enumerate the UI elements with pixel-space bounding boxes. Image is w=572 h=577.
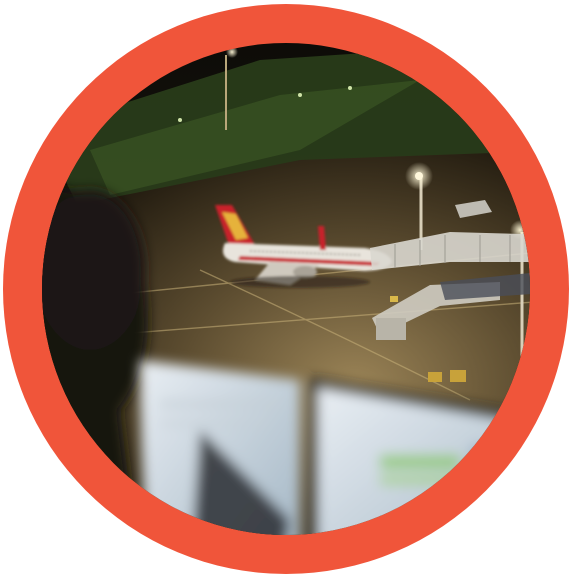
circular-photo-badge: [3, 4, 569, 574]
airport-night-photo: [42, 43, 530, 535]
